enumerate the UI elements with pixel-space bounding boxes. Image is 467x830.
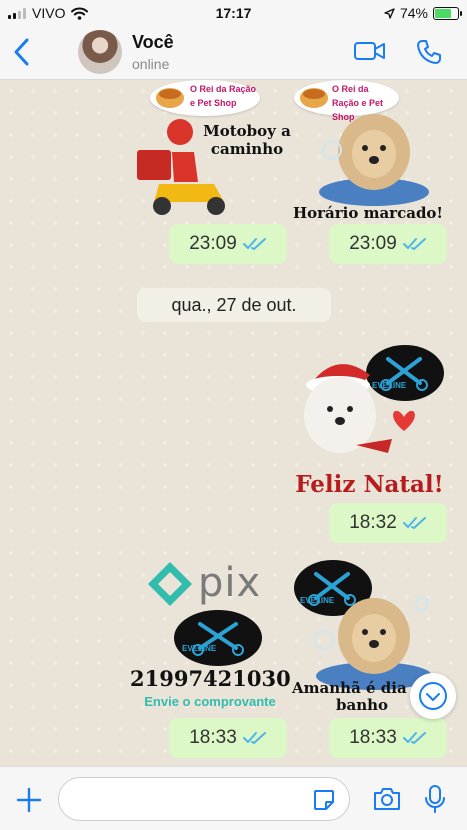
eveline-brand: EVELINE [182,644,217,653]
phone-call-icon[interactable] [415,38,443,66]
battery-percent: 74% [399,5,428,21]
message-time-pill: 23:09 [169,224,287,264]
sticker-feliz-natal[interactable]: EVELINE Feliz Natal! [292,345,447,505]
chat-header: Você online [0,26,467,80]
eveline-logo: EVELINE [174,610,262,666]
message-input[interactable] [58,777,350,821]
contact-avatar[interactable] [78,30,122,74]
message-time: 23:09 [189,233,237,254]
status-bar: VIVO 17:17 74% [0,0,467,26]
message-input-bar [0,766,467,830]
pix-icon [148,562,192,606]
pix-note: Envie o comprovante [144,694,276,709]
message-time: 18:32 [349,512,397,533]
chevron-down-icon [419,682,447,710]
date-divider: qua., 27 de out. [137,288,331,322]
sticker-caption: Horário marcado! [292,204,444,222]
message-time-pill: 18:32 [329,503,447,543]
message-time: 18:33 [189,727,237,748]
message-time-pill: 18:33 [169,718,287,758]
battery-icon [433,6,462,20]
read-receipt-icon [402,732,426,744]
sticker-pix[interactable]: pix EVELINE 21997421030 Envie o comprova… [130,560,291,715]
message-time-pill: 23:09 [329,224,447,264]
logo-text: O Rei da Ração e Pet Shop [190,84,257,108]
plus-icon[interactable] [16,787,42,813]
video-call-icon[interactable] [353,38,387,64]
read-receipt-icon [242,732,266,744]
scroll-to-bottom-button[interactable] [410,673,456,719]
christmas-dog-icon [304,364,415,453]
location-arrow-icon [384,7,395,19]
sticker-caption: Motoboy a caminho [203,122,291,158]
message-time: 23:09 [349,233,397,254]
chat-area[interactable]: O Rei da Ração e Pet Shop Motoboy a cami… [0,80,467,766]
sticker-icon[interactable] [312,788,336,812]
status-right: 74% [384,5,462,21]
read-receipt-icon [402,238,426,250]
phone-number: 21997421030 [130,666,291,691]
read-receipt-icon [242,238,266,250]
sticker-caption: Feliz Natal! [295,471,444,498]
back-chevron-icon[interactable] [10,36,34,68]
sticker-motoboy[interactable]: O Rei da Ração e Pet Shop Motoboy a cami… [134,80,291,220]
dog-icon [319,114,429,206]
sticker-horario[interactable]: O Rei da Ração e Pet Shop Horário marcad… [292,80,444,222]
camera-icon[interactable] [372,786,402,812]
message-time-pill: 18:33 [329,718,447,758]
pix-wordmark: pix [198,560,262,606]
contact-name[interactable]: Você [132,32,174,53]
read-receipt-icon [402,517,426,529]
contact-status: online [132,56,170,72]
microphone-icon[interactable] [424,784,446,814]
rei-da-racao-logo: O Rei da Ração e Pet Shop [150,80,260,116]
message-time: 18:33 [349,727,397,748]
